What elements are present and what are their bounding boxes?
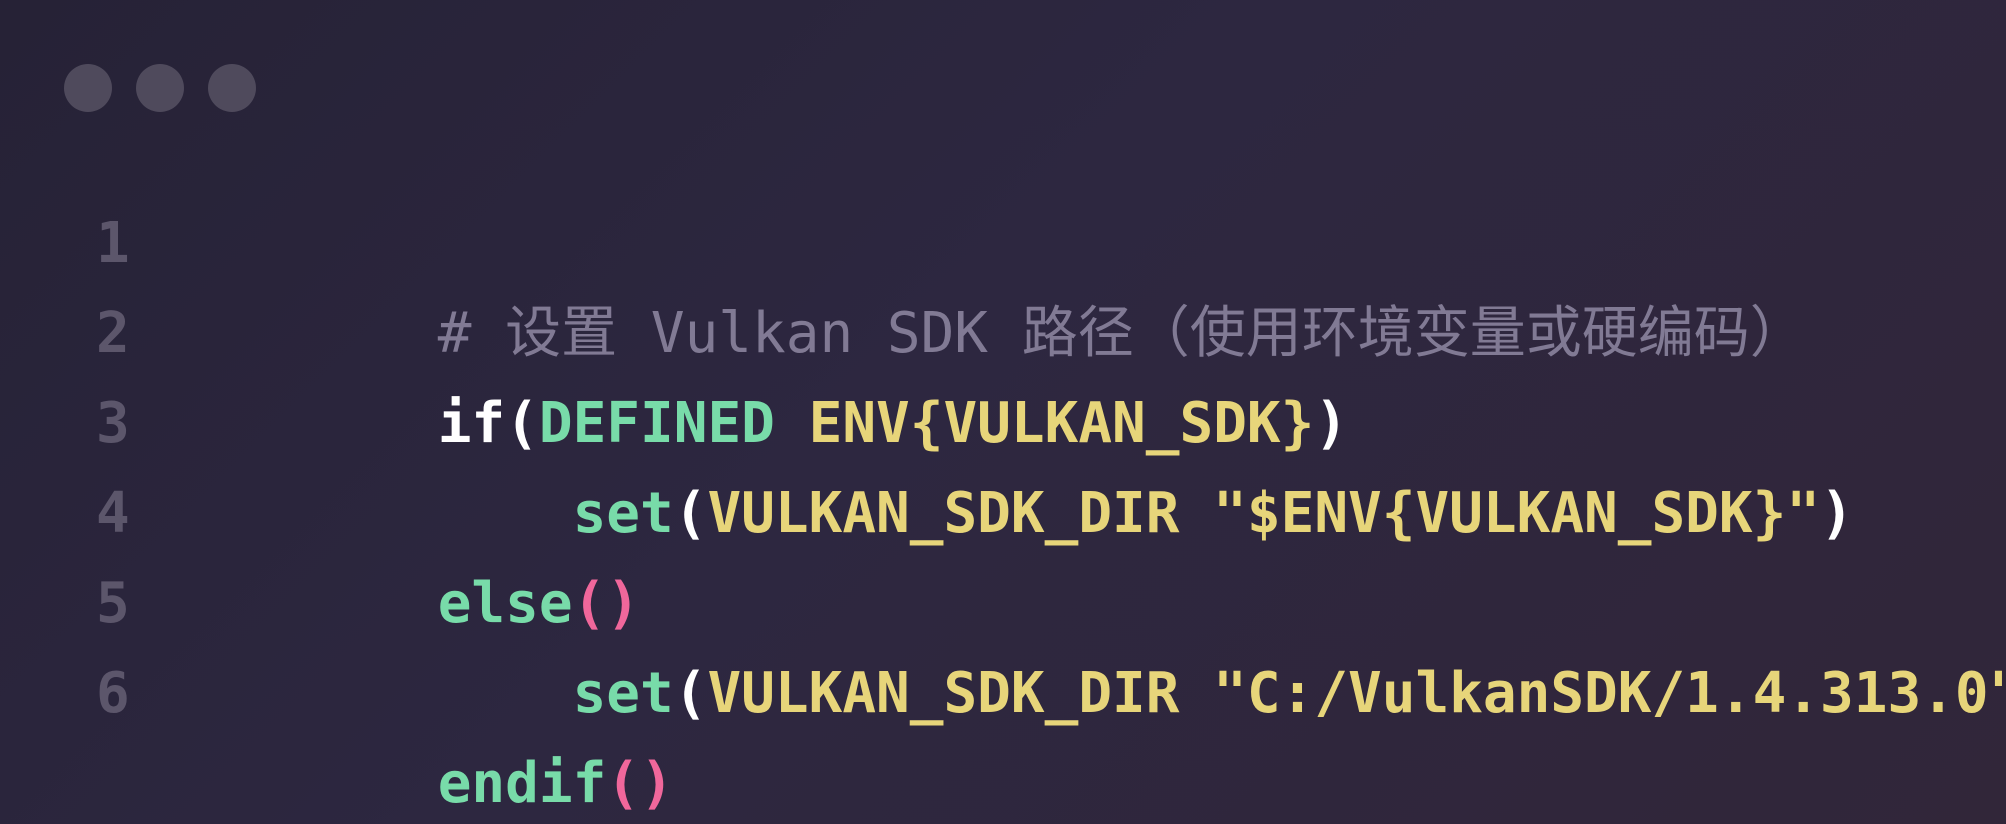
line-number: 6 [96,661,130,726]
line-number: 4 [96,481,130,546]
endif-command-token: endif [437,751,607,816]
code-line-1: 1 # 设置 Vulkan SDK 路径（使用环境变量或硬编码） [96,199,2006,366]
argument-token: VULKAN_SDK_DIR "$ENV{VULKAN_SDK}" [707,481,1821,546]
close-dot[interactable] [64,64,112,112]
minimize-dot[interactable] [136,64,184,112]
maximize-dot[interactable] [208,64,256,112]
line-content: else() [168,469,640,636]
open-paren: ( [673,661,708,726]
line-number: 1 [96,211,130,276]
line-number: 3 [96,391,130,456]
line-content: if(DEFINED ENV{VULKAN_SDK}) [168,289,1348,456]
empty-parens-token: () [606,751,674,816]
line-content: # 设置 Vulkan SDK 路径（使用环境变量或硬编码） [168,199,1806,366]
line-number: 2 [96,301,130,366]
close-paren: ) [1820,481,1854,546]
line-content: endif() [168,649,674,816]
line-number: 5 [96,571,130,636]
open-paren: ( [673,481,708,546]
line-content: set(VULKAN_SDK_DIR "$ENV{VULKAN_SDK}") [168,379,1854,546]
window-controls [64,64,256,112]
argument-token: VULKAN_SDK_DIR "C:/VulkanSDK/1.4.313.0" [707,661,2006,726]
code-window: 1 # 设置 Vulkan SDK 路径（使用环境变量或硬编码） 2 if(DE… [0,0,2006,824]
line-content: set(VULKAN_SDK_DIR "C:/VulkanSDK/1.4.313… [168,559,2006,726]
code-line-3: 3 set(VULKAN_SDK_DIR "$ENV{VULKAN_SDK}") [96,379,2006,546]
code-block: 1 # 设置 Vulkan SDK 路径（使用环境变量或硬编码） 2 if(DE… [96,199,2006,816]
code-line-5: 5 set(VULKAN_SDK_DIR "C:/VulkanSDK/1.4.3… [96,559,2006,726]
